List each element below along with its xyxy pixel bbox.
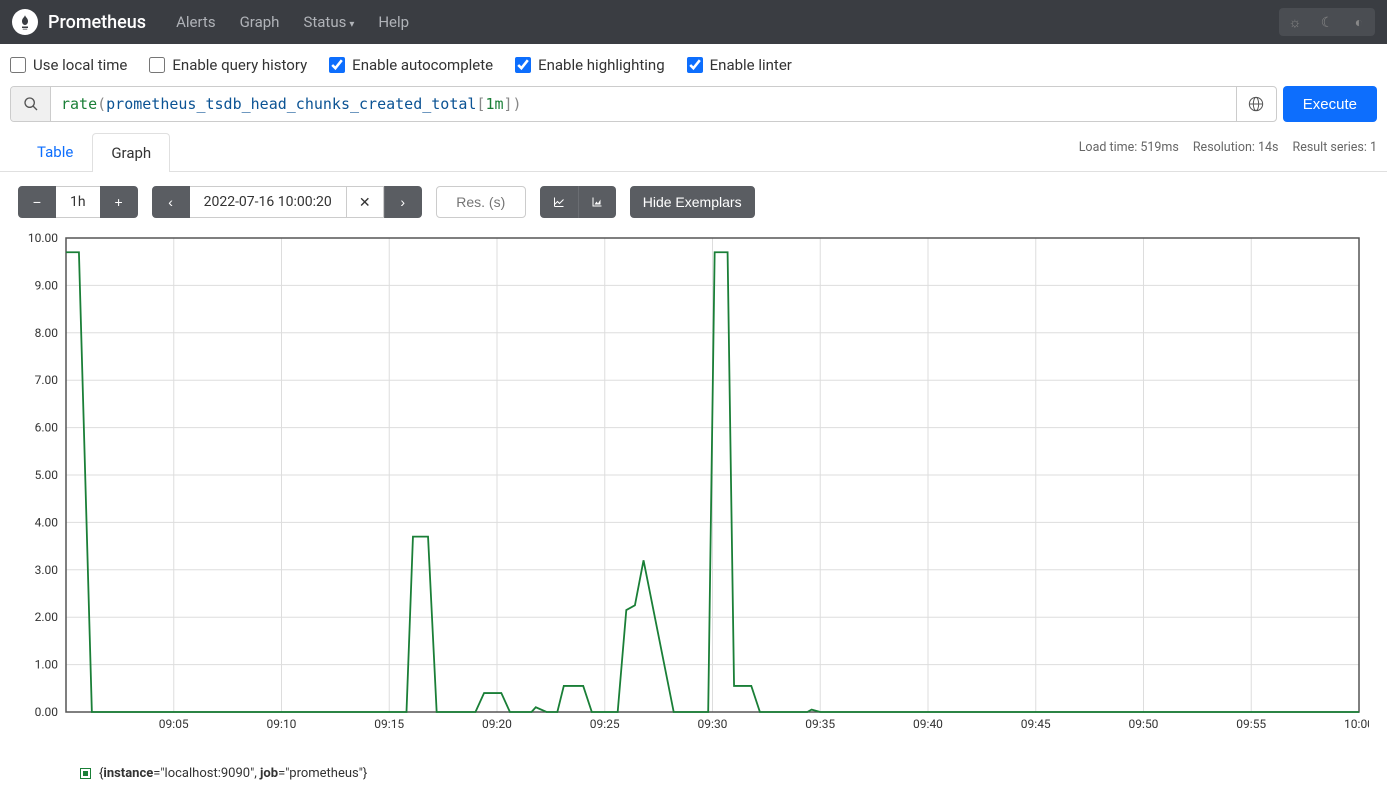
svg-text:7.00: 7.00 (35, 373, 59, 387)
moon-icon: ☾ (1321, 14, 1334, 31)
legend: {instance="localhost:9090", job="prometh… (0, 760, 1387, 791)
option-autocomplete[interactable]: Enable autocomplete (329, 56, 493, 74)
legend-swatch (80, 768, 91, 779)
nav-link-graph[interactable]: Graph (230, 3, 290, 41)
nav-link-alerts[interactable]: Alerts (166, 3, 226, 41)
nav-link-status[interactable]: Status▾ (293, 3, 364, 41)
svg-text:09:25: 09:25 (590, 717, 620, 731)
option-query-history[interactable]: Enable query history (149, 56, 307, 74)
query-input[interactable]: rate(prometheus_tsdb_head_chunks_created… (51, 87, 1236, 121)
svg-text:09:15: 09:15 (374, 717, 404, 731)
meta-info: Load time: 519ms Resolution: 14s Result … (1079, 140, 1377, 163)
search-icon (23, 96, 39, 112)
execute-button[interactable]: Execute (1283, 86, 1377, 122)
options-row: Use local time Enable query history Enab… (0, 44, 1387, 86)
option-highlighting[interactable]: Enable highlighting (515, 56, 665, 74)
contrast-icon: ◐ (1355, 14, 1363, 30)
theme-dark-button[interactable]: ☾ (1311, 8, 1343, 36)
caret-down-icon: ▾ (349, 19, 354, 30)
close-icon: ✕ (359, 194, 371, 211)
legend-label[interactable]: {instance="localhost:9090", job="prometh… (99, 766, 367, 781)
navbar-brand[interactable]: Prometheus (12, 9, 146, 35)
tab-graph[interactable]: Graph (92, 133, 170, 172)
navbar: Prometheus Alerts Graph Status▾ Help ☼ ☾… (0, 0, 1387, 44)
meta-resolution: Resolution: 14s (1193, 140, 1279, 155)
svg-text:2.00: 2.00 (35, 610, 59, 624)
resolution-input[interactable] (436, 186, 526, 218)
svg-text:09:10: 09:10 (267, 717, 297, 731)
meta-load-time: Load time: 519ms (1079, 140, 1179, 155)
svg-text:09:30: 09:30 (698, 717, 728, 731)
sun-icon: ☼ (1289, 14, 1302, 30)
meta-series: Result series: 1 (1293, 140, 1378, 155)
checkbox-highlighting[interactable] (515, 57, 531, 73)
time-input[interactable]: 2022-07-16 10:00:20 (190, 186, 346, 218)
stacked-chart-button[interactable] (578, 186, 616, 218)
time-group: ‹ 2022-07-16 10:00:20 ✕ › (152, 186, 422, 218)
navbar-nav: Alerts Graph Status▾ Help (166, 3, 1279, 41)
svg-text:0.00: 0.00 (35, 705, 59, 719)
svg-text:6.00: 6.00 (35, 421, 59, 435)
svg-text:3.00: 3.00 (35, 563, 59, 577)
svg-text:4.00: 4.00 (35, 515, 59, 529)
chart-type-group (540, 186, 616, 218)
view-tabs: Table Graph (18, 132, 170, 171)
time-clear-button[interactable]: ✕ (346, 186, 384, 218)
globe-icon (1248, 96, 1264, 112)
option-linter[interactable]: Enable linter (687, 56, 792, 74)
svg-text:09:55: 09:55 (1236, 717, 1266, 731)
theme-light-button[interactable]: ☼ (1279, 8, 1311, 36)
svg-text:09:45: 09:45 (1021, 717, 1051, 731)
graph-canvas[interactable]: 09:05 09:10 09:15 09:20 09:25 09:30 09:35 09:40… (18, 232, 1369, 742)
theme-toggle: ☼ ☾ ◐ (1279, 8, 1375, 36)
range-increase-button[interactable]: + (100, 186, 138, 218)
chart-container: 09:05 09:10 09:15 09:20 09:25 09:30 09:35 09:40… (0, 232, 1387, 760)
query-row: rate(prometheus_tsdb_head_chunks_created… (0, 86, 1387, 122)
chevron-right-icon: › (400, 194, 405, 210)
svg-text:1.00: 1.00 (35, 658, 59, 672)
checkbox-linter[interactable] (687, 57, 703, 73)
query-input-group: rate(prometheus_tsdb_head_chunks_created… (10, 86, 1277, 122)
svg-text:8.00: 8.00 (35, 326, 59, 340)
minus-icon: − (33, 194, 41, 210)
svg-text:09:35: 09:35 (805, 717, 835, 731)
svg-text:10.00: 10.00 (28, 232, 58, 245)
svg-text:09:20: 09:20 (482, 717, 512, 731)
theme-auto-button[interactable]: ◐ (1343, 8, 1375, 36)
range-decrease-button[interactable]: − (18, 186, 56, 218)
tab-table[interactable]: Table (18, 132, 92, 171)
brand-title: Prometheus (48, 12, 146, 33)
plus-icon: + (115, 194, 123, 210)
checkbox-query-history[interactable] (149, 57, 165, 73)
line-chart-icon (553, 194, 565, 210)
svg-text:09:05: 09:05 (159, 717, 189, 731)
checkbox-autocomplete[interactable] (329, 57, 345, 73)
svg-text:5.00: 5.00 (35, 468, 59, 482)
prometheus-logo-icon (12, 9, 38, 35)
graph-controls: − 1h + ‹ 2022-07-16 10:00:20 ✕ › Hide Ex… (0, 172, 1387, 232)
svg-text:9.00: 9.00 (35, 278, 59, 292)
metrics-explorer-button[interactable] (11, 87, 51, 121)
tabs-row: Table Graph Load time: 519ms Resolution:… (0, 122, 1387, 172)
checkbox-local-time[interactable] (10, 57, 26, 73)
nav-link-help[interactable]: Help (368, 3, 419, 41)
line-chart-button[interactable] (540, 186, 578, 218)
option-local-time[interactable]: Use local time (10, 56, 127, 74)
area-chart-icon (591, 194, 603, 210)
globe-button[interactable] (1236, 87, 1276, 121)
hide-exemplars-button[interactable]: Hide Exemplars (630, 186, 755, 218)
svg-text:09:50: 09:50 (1129, 717, 1159, 731)
range-group: − 1h + (18, 186, 138, 218)
svg-text:10:00: 10:00 (1344, 717, 1369, 731)
range-input[interactable]: 1h (56, 186, 100, 218)
chevron-left-icon: ‹ (168, 194, 173, 210)
time-back-button[interactable]: ‹ (152, 186, 190, 218)
time-forward-button[interactable]: › (384, 186, 422, 218)
svg-text:09:40: 09:40 (913, 717, 943, 731)
